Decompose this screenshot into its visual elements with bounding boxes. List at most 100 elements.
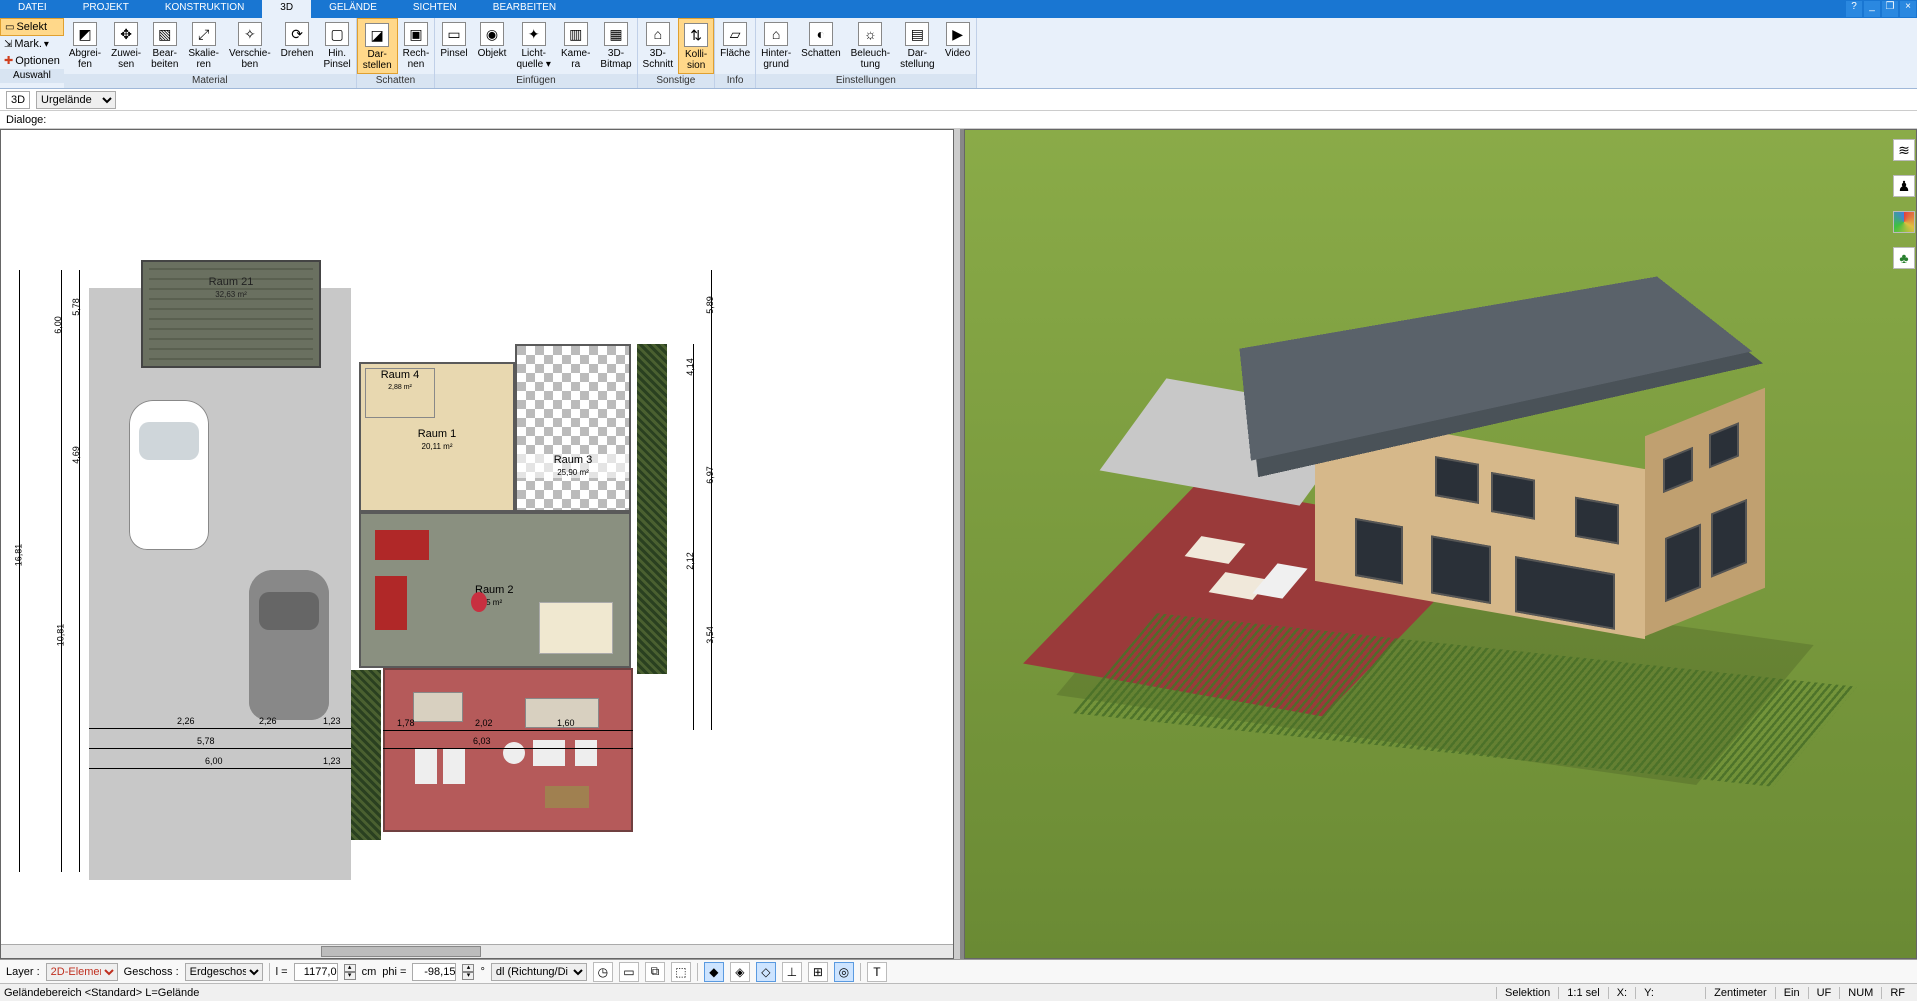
tab-3d[interactable]: 3D — [262, 0, 311, 18]
button-label: Beleuch- tung — [851, 48, 890, 70]
l-label: l = — [276, 966, 288, 978]
video-button[interactable]: ▶Video — [940, 18, 976, 74]
video-icon: ▶ — [946, 22, 970, 46]
drehen-button[interactable]: ⟳Drehen — [276, 18, 319, 74]
button-label: Bear- beiten — [151, 48, 178, 70]
fläche-button[interactable]: ▱Fläche — [715, 18, 755, 74]
carport: Raum 2132,63 m² — [141, 260, 321, 368]
dar-button[interactable]: ◪Dar- stellen — [357, 18, 398, 74]
optionen-button[interactable]: ✚ Optionen — [0, 52, 64, 69]
schatten-icon: ◐ — [809, 22, 833, 46]
tab-datei[interactable]: DATEI — [0, 0, 65, 18]
plan-2d-view[interactable]: Raum 2132,63 m² Raum 42,88 m² Raum 120,1… — [0, 129, 954, 959]
dim: 6,00 — [205, 756, 223, 766]
status-ein: Ein — [1775, 987, 1808, 999]
phi-label: phi = — [382, 966, 406, 978]
kame-icon: ▥ — [564, 22, 588, 46]
tab-sichten[interactable]: SICHTEN — [395, 0, 475, 18]
stack-icon[interactable]: ⧉ — [645, 962, 665, 982]
terrain-select[interactable]: Urgelände — [36, 91, 116, 109]
geschoss-select[interactable]: Erdgeschos — [185, 963, 263, 981]
3d-button[interactable]: ▦3D- Bitmap — [595, 18, 636, 74]
hinter-icon: ⌂ — [764, 22, 788, 46]
skalie-button[interactable]: ⤢Skalie- ren — [183, 18, 224, 74]
restore-icon[interactable]: ❐ — [1882, 1, 1898, 17]
abgrei-button[interactable]: ◩Abgrei- fen — [64, 18, 106, 74]
room-21-label: Raum 2132,63 m² — [143, 276, 319, 300]
pinsel-button[interactable]: ▭Pinsel — [435, 18, 472, 74]
minimize-icon[interactable]: _ — [1864, 1, 1880, 17]
status-uf: UF — [1808, 987, 1840, 999]
selekt-button[interactable]: ▭ Selekt — [0, 18, 64, 36]
phi-input[interactable] — [412, 963, 456, 981]
snap-mid-icon[interactable]: ◈ — [730, 962, 750, 982]
tab-projekt[interactable]: PROJEKT — [65, 0, 147, 18]
dim: 1,23 — [323, 716, 341, 726]
objekt-button[interactable]: ◉Objekt — [473, 18, 512, 74]
panel-label: Einfügen — [435, 74, 636, 88]
dar-icon: ▤ — [905, 22, 929, 46]
scrollbar-h[interactable] — [1, 944, 953, 958]
grid-icon[interactable]: ⊞ — [808, 962, 828, 982]
tree-icon[interactable]: ♣ — [1893, 247, 1915, 269]
mark-button[interactable]: ⇲ Mark. ▾ — [0, 36, 64, 52]
snap-endpoint-icon[interactable]: ◆ — [704, 962, 724, 982]
clock-icon[interactable]: ◷ — [593, 962, 613, 982]
dim: 2,02 — [475, 718, 493, 728]
help-icon[interactable]: ? — [1846, 1, 1862, 17]
panel-label: Einstellungen — [756, 74, 975, 88]
panel-label: Schatten — [357, 74, 435, 88]
beleuch-icon: ☼ — [858, 22, 882, 46]
tab-bearbeiten[interactable]: BEARBEITEN — [475, 0, 574, 18]
kame-button[interactable]: ▥Kame- ra — [556, 18, 595, 74]
snap-perp-icon[interactable]: ⊥ — [782, 962, 802, 982]
dim: 2,26 — [259, 716, 277, 726]
snap-circle-icon[interactable]: ◎ — [834, 962, 854, 982]
bear-button[interactable]: ▧Bear- beiten — [146, 18, 183, 74]
l-spinner[interactable]: ▴▾ — [344, 964, 356, 980]
dim: 4,69 — [71, 446, 81, 464]
zuwei-button[interactable]: ✥Zuwei- sen — [106, 18, 146, 74]
layers-icon[interactable]: ≋ — [1893, 139, 1915, 161]
kolli-icon: ⇅ — [684, 23, 708, 47]
verschie-button[interactable]: ✧Verschie- ben — [224, 18, 276, 74]
hin.-button[interactable]: ▢Hin. Pinsel — [318, 18, 355, 74]
3d-button[interactable]: ⌂3D- Schnitt — [638, 18, 679, 74]
tab-konstruktion[interactable]: KONSTRUKTION — [147, 0, 262, 18]
cube-icon[interactable]: ⬚ — [671, 962, 691, 982]
button-label: Verschie- ben — [229, 48, 271, 70]
dar-button[interactable]: ▤Dar- stellung — [895, 18, 939, 74]
hedge-left — [351, 670, 381, 840]
kolli-button[interactable]: ⇅Kolli- sion — [678, 18, 714, 74]
mode-field[interactable] — [6, 91, 30, 109]
dim: 1,23 — [323, 756, 341, 766]
splitter[interactable] — [954, 129, 960, 959]
tab-gelaende[interactable]: GELÄNDE — [311, 0, 395, 18]
text-icon[interactable]: T — [867, 962, 887, 982]
dim: 10,81 — [55, 624, 65, 647]
dl-select[interactable]: dl (Richtung/Di — [491, 963, 587, 981]
close-icon[interactable]: × — [1900, 1, 1916, 17]
colors-icon[interactable] — [1893, 211, 1915, 233]
panel-auswahl: ▭ Selekt ⇲ Mark. ▾ ✚ Optionen Auswahl — [0, 18, 64, 88]
preview-3d-view[interactable] — [964, 129, 1917, 959]
button-label: Schatten — [801, 48, 840, 59]
furniture-icon[interactable]: ♟ — [1893, 175, 1915, 197]
rech-button[interactable]: ▣Rech- nen — [398, 18, 435, 74]
button-label: 3D- Bitmap — [600, 48, 631, 70]
licht-button[interactable]: ✦Licht- quelle ▾ — [511, 18, 556, 74]
button-label: Hinter- grund — [761, 48, 791, 70]
panel-label: Material — [64, 74, 356, 88]
beleuch-button[interactable]: ☼Beleuch- tung — [846, 18, 895, 74]
snap-ortho-icon[interactable]: ◇ — [756, 962, 776, 982]
dim: 16,81 — [13, 544, 23, 567]
panel-info: ▱FlächeInfo — [715, 18, 756, 88]
hinter-button[interactable]: ⌂Hinter- grund — [756, 18, 796, 74]
l-input[interactable] — [294, 963, 338, 981]
view-toolbar: ≋ ♟ ♣ — [1893, 139, 1915, 269]
dialog-label: Dialoge: — [6, 114, 46, 126]
screen-icon[interactable]: ▭ — [619, 962, 639, 982]
phi-spinner[interactable]: ▴▾ — [462, 964, 474, 980]
schatten-button[interactable]: ◐ Schatten — [796, 18, 845, 74]
layer-select[interactable]: 2D-Elemen — [46, 963, 118, 981]
